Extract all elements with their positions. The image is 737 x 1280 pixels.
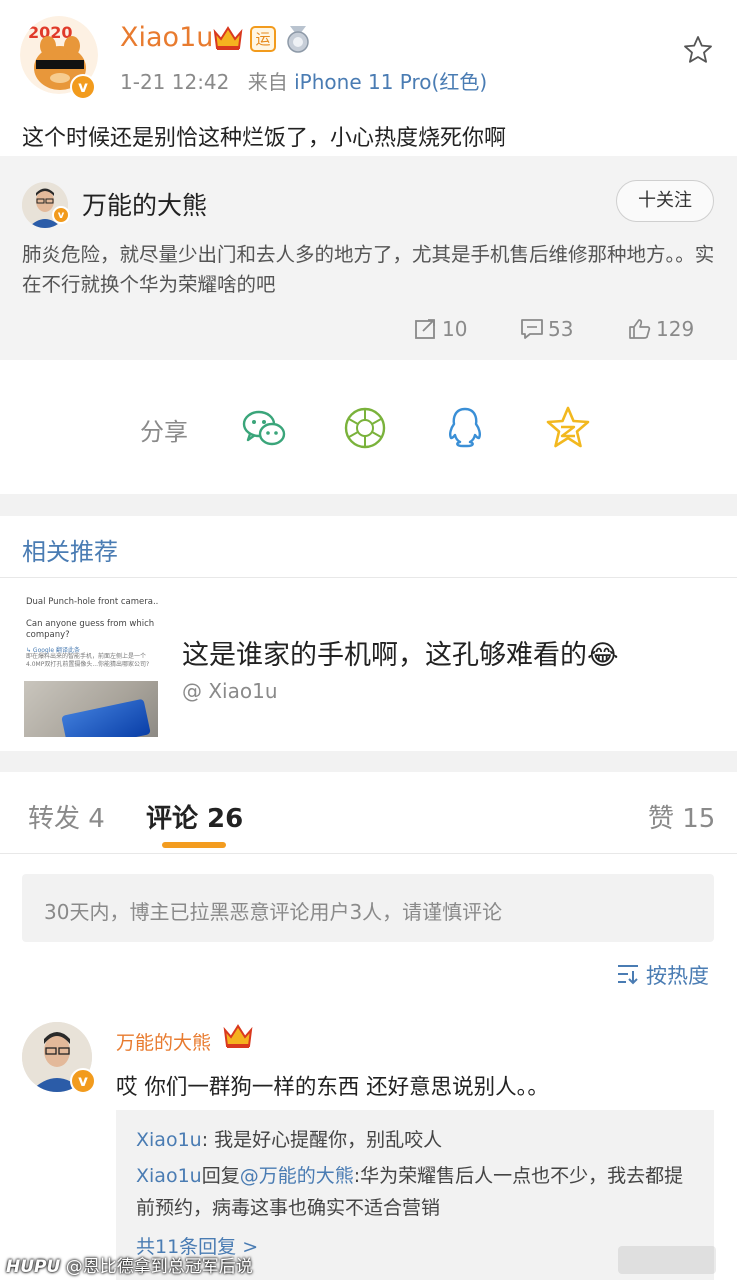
favorite-star-icon[interactable] [682,34,714,66]
reply-item: Xiao1u: 我是好心提醒你，别乱咬人 [136,1124,698,1156]
source-prefix: 来自 [247,70,288,94]
comment-text: 哎 你们一群狗一样的东西 还好意思说别人。。 [116,1075,549,1100]
medal-icon [287,26,309,53]
source-device[interactable]: iPhone 11 Pro(红色) [294,70,487,94]
reply-text: : 我是好心提醒你，别乱咬人 [201,1129,443,1151]
share-label: 分享 [140,418,188,446]
comment-username[interactable]: 万能的大熊 [116,1028,211,1055]
comment-count: 53 [548,317,574,341]
related-author[interactable]: @ Xiao1u [182,679,278,703]
qzone-icon[interactable] [544,404,592,452]
thumb-translation: 即在爆料出来的智能手机，前面左侧上是一个4.0MP双打孔前置摄像头...你能猜出… [26,653,150,668]
related-header: 相关推荐 [0,516,737,578]
yun-badge: 运 [250,26,276,52]
reply-item: Xiao1u回复@万能的大熊:华为荣耀售后人一点也不少，我去都提前预约，病毒这事… [136,1160,698,1224]
post-text: 这个时候还是别恰这种烂饭了，小心热度烧死你啊 [22,126,507,151]
sort-label: 按热度 [646,964,709,988]
section-divider [0,751,737,772]
crown-icon [213,26,243,50]
quoted-post[interactable]: v 万能的大熊 十关注 肺炎危险，就尽量少出门和去人多的地方了，尤其是手机售后维… [0,156,737,360]
reply-author[interactable]: Xiao1u [136,1165,202,1187]
comment-verified-badge: v [70,1068,96,1094]
active-tab-indicator [162,842,226,848]
related-headline[interactable]: 这是谁家的手机啊，这孔够难看的😂 [182,633,619,672]
related-title: 相关推荐 [22,538,118,566]
watermark-logo [618,1246,716,1274]
reply-verb: 回复 [201,1165,240,1187]
watermark: HUPU @恩比德拿到总冠军后说 [6,1252,253,1277]
quote-username[interactable]: 万能的大熊 [82,186,207,222]
post-meta: 1-21 12:42 来自 iPhone 11 Pro(红色) [120,66,487,95]
original-post: 2020 v Xiao1u 运 1-21 12:42 来自 iPhone 11 … [0,0,737,156]
thumbs-up-icon [629,319,651,339]
reply-author[interactable]: Xiao1u [136,1129,202,1151]
tab-comment[interactable]: 评论 26 [146,798,243,835]
related-thumbnail[interactable]: Dual Punch-hole front camera... Can anyo… [24,595,158,737]
wechat-icon[interactable] [240,404,288,452]
watermark-text: @恩比德拿到总冠军后说 [65,1257,253,1277]
related-card[interactable]: Dual Punch-hole front camera... Can anyo… [0,579,737,751]
thumb-question: Can anyone guess from which company? [26,619,155,640]
comment-tabs: 转发 4 评论 26 赞 15 [0,772,737,854]
like-count: 129 [656,317,695,341]
notice-text: 30天内，博主已拉黑恶意评论用户3人，请谨慎评论 [44,900,503,924]
reply-mention[interactable]: @万能的大熊 [240,1165,354,1187]
sort-icon [618,965,638,985]
moments-icon[interactable] [341,404,389,452]
repost-count: 10 [442,317,468,341]
qq-icon[interactable] [441,404,489,452]
verified-badge: v [70,74,96,100]
tab-like[interactable]: 赞 15 [648,798,715,835]
follow-button[interactable]: 十关注 [616,180,714,222]
share-row: 分享 [0,360,737,494]
crown-icon [223,1024,253,1048]
moderation-notice: 30天内，博主已拉黑恶意评论用户3人，请谨慎评论 [22,874,714,942]
comment-icon [521,319,543,339]
thumb-title: Dual Punch-hole front camera... [26,597,158,607]
section-divider [0,494,737,516]
quote-verified-badge: v [52,206,70,224]
tab-repost[interactable]: 转发 4 [28,798,105,835]
post-time: 1-21 12:42 [120,70,230,94]
post-username[interactable]: Xiao1u [120,22,213,53]
quote-text: 肺炎危险，就尽量少出门和去人多的地方了，尤其是手机售后维修那种地方。。实在不行就… [22,243,715,296]
repost-icon [415,319,435,339]
watermark-brand: HUPU [6,1257,61,1277]
